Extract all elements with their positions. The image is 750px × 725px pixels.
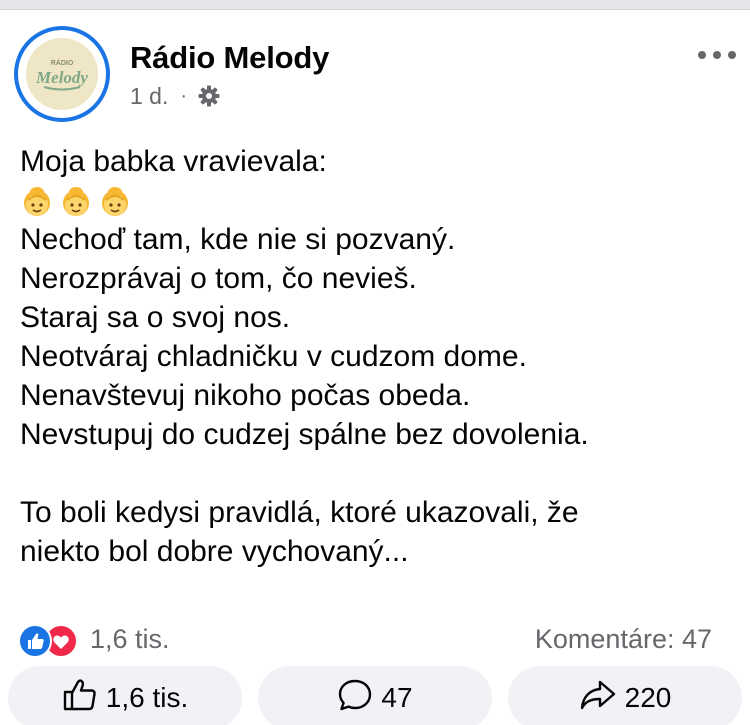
comment-count: 47 xyxy=(381,682,413,713)
post-text: Moja babka vravievala: Nechoď tam, kde n… xyxy=(20,142,735,571)
emoji-row xyxy=(20,181,735,220)
like-button[interactable]: 1,6 tis. xyxy=(8,666,242,725)
facebook-post: RÁDIO Melody Rádio Melody 1 d. · Moja ba… xyxy=(0,0,750,725)
share-button[interactable]: 220 xyxy=(508,666,742,725)
reaction-count: 1,6 tis. xyxy=(90,623,170,654)
post-text-line: Moja babka vravievala: xyxy=(20,145,327,178)
like-reaction-icon xyxy=(18,624,52,658)
avatar-text: RÁDIO xyxy=(51,58,74,67)
avatar[interactable]: RÁDIO Melody xyxy=(14,26,110,122)
thumbs-up-icon xyxy=(62,678,98,719)
post-text-line: Nevstupuj do cudzej spálne bez dovolenia… xyxy=(20,418,589,451)
post-text-line: Nechoď tam, kde nie si pozvaný. xyxy=(20,223,456,256)
reaction-icons xyxy=(18,622,82,658)
comments-count-link[interactable]: Komentáre: 47 xyxy=(535,622,712,656)
post-text-line: Nenavštevuj nikoho počas obeda. xyxy=(20,379,471,412)
meta-separator: · xyxy=(180,84,188,107)
comment-button[interactable]: 47 xyxy=(258,666,492,725)
more-horizontal-icon xyxy=(698,51,736,59)
reactions-summary[interactable]: 1,6 tis. xyxy=(18,622,170,658)
older-woman-emoji xyxy=(63,186,89,216)
post-text-line: Nerozprávaj o tom, čo nevieš. xyxy=(20,262,417,295)
like-count: 1,6 tis. xyxy=(105,682,189,713)
post-text-line: Neotváraj chladničku v cudzom dome. xyxy=(20,340,527,373)
post-meta: 1 d. · xyxy=(130,82,221,110)
post-text-line: To boli kedysi pravidlá, ktoré ukazovali… xyxy=(20,496,579,529)
older-woman-emoji xyxy=(102,186,128,216)
comment-bubble-icon xyxy=(337,678,373,719)
page-name[interactable]: Rádio Melody xyxy=(130,40,329,76)
top-divider xyxy=(0,0,750,10)
radio-melody-logo: RÁDIO Melody xyxy=(26,38,98,110)
avatar-logo-text: Melody xyxy=(35,68,88,87)
more-options-button[interactable] xyxy=(694,40,740,70)
older-woman-emoji xyxy=(24,186,50,216)
share-arrow-icon xyxy=(579,679,617,718)
post-text-line: niekto bol dobre vychovaný... xyxy=(20,535,409,568)
share-count: 220 xyxy=(624,682,672,713)
avatar-logo: RÁDIO Melody xyxy=(26,38,98,110)
gear-icon xyxy=(197,84,221,108)
post-timestamp[interactable]: 1 d. xyxy=(130,83,168,110)
post-text-line: Staraj sa o svoj nos. xyxy=(20,301,291,334)
